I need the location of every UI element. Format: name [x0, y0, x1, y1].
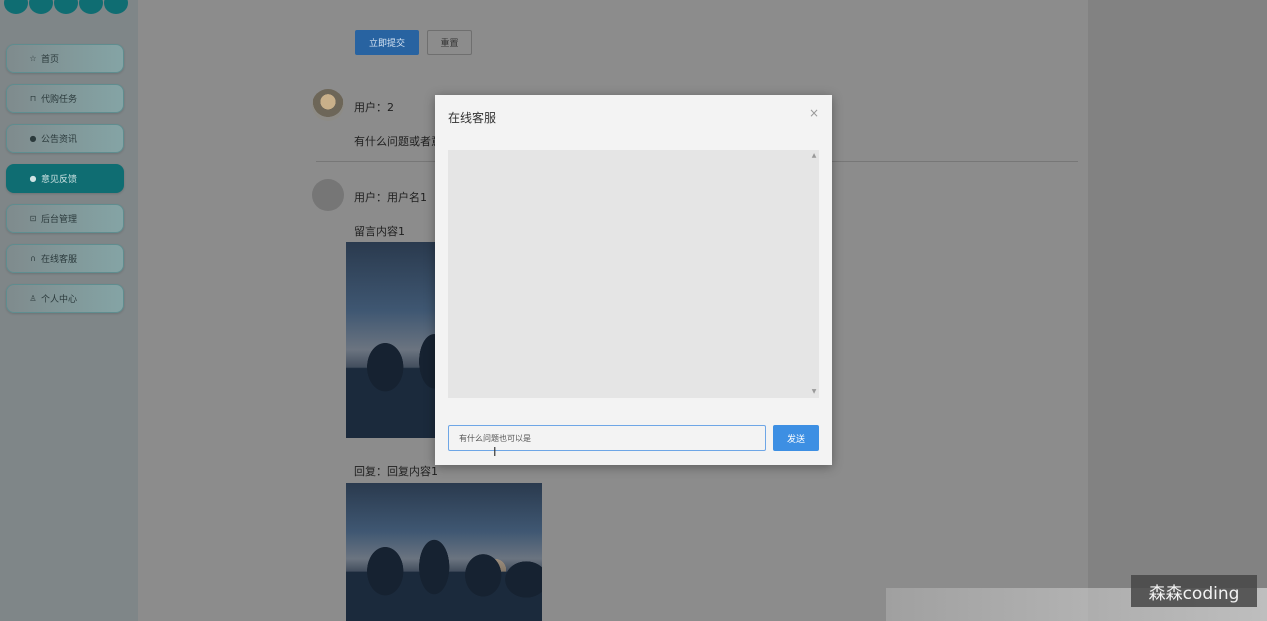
sidebar-item-home[interactable]: ☆ 首页 — [6, 44, 124, 73]
bag-icon: ⊓ — [29, 94, 37, 103]
sidebar-item-label: 代购任务 — [41, 95, 78, 105]
submit-button[interactable]: 立即提交 — [355, 30, 419, 55]
sidebar-wave-decoration — [0, 0, 138, 16]
chat-messages-area[interactable]: ▲ ▼ — [448, 150, 819, 398]
user-icon: ♙ — [29, 294, 37, 303]
comment-user: 用户：2 — [354, 101, 394, 114]
info-icon: ● — [29, 134, 37, 143]
avatar — [312, 179, 344, 211]
headset-icon: ∩ — [30, 254, 36, 263]
sidebar: ☆ 首页 ⊓ 代购任务 ● 公告资讯 ● 意见反馈 ⊡ 后台管理 ∩ 在线客服 … — [0, 0, 138, 621]
avatar — [312, 89, 344, 121]
sidebar-item-label: 后台管理 — [41, 215, 78, 225]
comment-content: 有什么问题或者意 — [354, 135, 442, 148]
sidebar-item-admin[interactable]: ⊡ 后台管理 — [6, 204, 124, 233]
online-service-dialog: 在线客服 × ▲ ▼ 发送 — [435, 95, 832, 465]
star-icon: ☆ — [29, 54, 37, 63]
text-cursor-icon: I — [493, 445, 497, 459]
watermark: 森森coding — [1131, 575, 1257, 607]
reply-image — [346, 483, 542, 621]
reset-button[interactable]: 重置 — [427, 30, 472, 55]
scroll-down-arrow-icon[interactable]: ▼ — [810, 388, 818, 395]
sidebar-item-announcements[interactable]: ● 公告资讯 — [6, 124, 124, 153]
sidebar-item-label: 公告资讯 — [41, 135, 78, 145]
sidebar-item-label: 意见反馈 — [41, 175, 78, 185]
scroll-up-arrow-icon[interactable]: ▲ — [810, 152, 818, 159]
close-icon[interactable]: × — [807, 106, 821, 120]
comment-user: 用户：用户名1 — [354, 191, 427, 204]
send-button[interactable]: 发送 — [773, 425, 819, 451]
sidebar-item-feedback[interactable]: ● 意见反馈 — [6, 164, 124, 193]
sidebar-item-label: 个人中心 — [41, 295, 78, 305]
sidebar-item-label: 在线客服 — [41, 255, 78, 265]
reply-content: 回复：回复内容1 — [354, 465, 438, 478]
comment-content: 留言内容1 — [354, 225, 405, 238]
dialog-title: 在线客服 — [448, 111, 497, 125]
sidebar-item-profile[interactable]: ♙ 个人中心 — [6, 284, 124, 313]
question-icon: ● — [29, 174, 37, 183]
right-margin — [1088, 0, 1267, 621]
sidebar-item-label: 首页 — [41, 55, 60, 65]
sidebar-item-purchase-tasks[interactable]: ⊓ 代购任务 — [6, 84, 124, 113]
sidebar-item-online-service[interactable]: ∩ 在线客服 — [6, 244, 124, 273]
briefcase-icon: ⊡ — [29, 214, 37, 223]
